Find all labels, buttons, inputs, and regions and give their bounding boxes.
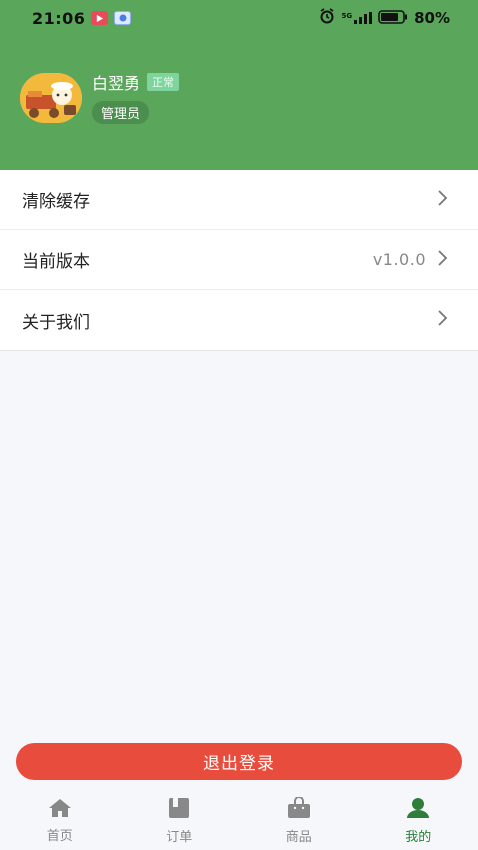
order-icon [168, 797, 190, 823]
menu-item-label: 清除缓存 [22, 192, 90, 212]
menu-item-current-version[interactable]: 当前版本 v1.0.0 [0, 230, 478, 290]
user-name: 白翌勇 [92, 74, 141, 93]
battery-icon [378, 9, 408, 28]
settings-menu: 清除缓存 当前版本 v1.0.0 关于我们 [0, 170, 478, 351]
menu-item-label: 关于我们 [22, 312, 90, 333]
menu-item-about-us[interactable]: 关于我们 [0, 290, 478, 350]
home-icon [48, 798, 72, 822]
user-icon [406, 797, 430, 823]
logout-button[interactable]: 退出登录 [16, 743, 462, 780]
tab-mine[interactable]: 我的 [359, 791, 478, 850]
version-value: v1.0.0 [372, 250, 426, 269]
user-profile: 白翌勇 正常 管理员 [20, 72, 180, 124]
tab-products[interactable]: 商品 [239, 791, 359, 850]
tab-label: 订单 [166, 829, 193, 845]
video-app-icon [91, 11, 109, 25]
tab-home[interactable]: 首页 [0, 791, 120, 850]
tab-label: 我的 [405, 829, 432, 845]
battery-percent: 80% [414, 9, 450, 27]
status-bar: 21:06 5G 80% [0, 0, 478, 36]
status-time: 21:06 [32, 8, 86, 28]
browser-app-icon [114, 11, 132, 25]
bag-icon [287, 795, 311, 823]
tab-label: 商品 [285, 829, 312, 845]
status-badge: 正常 [147, 73, 180, 91]
avatar[interactable] [20, 73, 82, 123]
bottom-tab-bar: 首页 订单 商品 我的 [0, 791, 478, 850]
profile-header: 21:06 5G 80% 白翌勇 正常 管理员 [0, 0, 478, 170]
alarm-icon [319, 8, 335, 28]
chevron-right-icon [436, 189, 448, 211]
menu-item-label: 当前版本 [22, 252, 90, 272]
chevron-right-icon [436, 309, 448, 331]
signal-icon: 5G [341, 12, 373, 24]
chevron-right-icon [436, 249, 448, 271]
tab-label: 首页 [46, 828, 73, 844]
menu-item-clear-cache[interactable]: 清除缓存 [0, 170, 478, 230]
tab-orders[interactable]: 订单 [120, 791, 240, 850]
role-badge: 管理员 [92, 101, 150, 124]
